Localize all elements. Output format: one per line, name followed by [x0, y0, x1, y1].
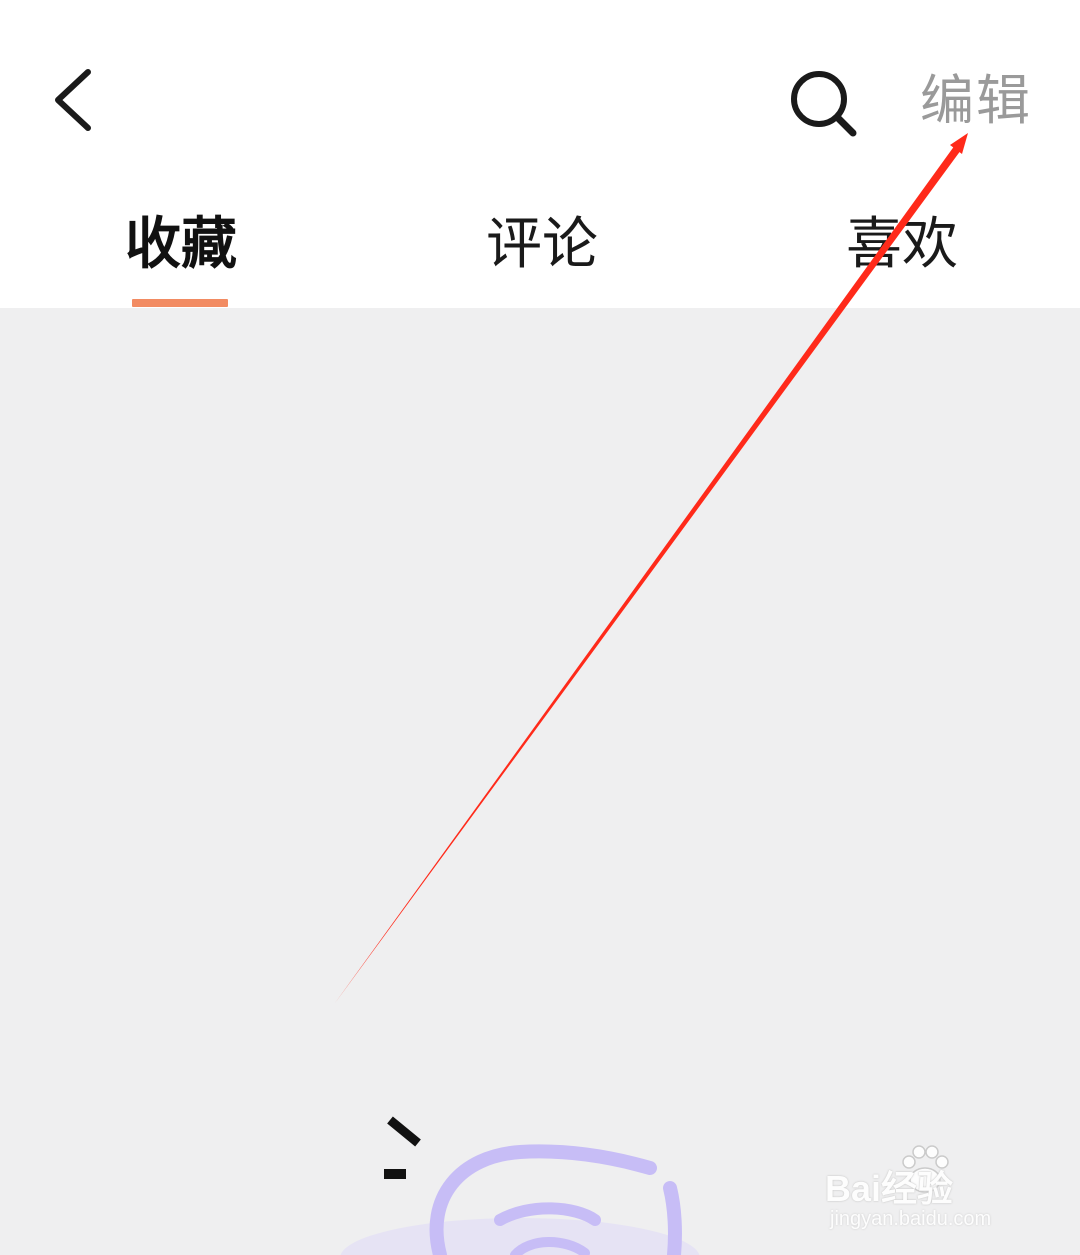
empty-state-illustration	[330, 1108, 710, 1255]
watermark-logo-text: Bai经验	[825, 1168, 954, 1209]
chevron-left-icon	[55, 69, 91, 131]
illustration-inner-arc	[494, 1202, 601, 1226]
page: 编辑 收藏 评论 喜欢 Bai经验 jingyan.baidu.com	[0, 0, 1080, 1255]
tab-likes[interactable]: 喜欢	[846, 210, 958, 280]
tab-bar: 收藏 评论 喜欢	[0, 180, 1080, 308]
search-button[interactable]	[785, 65, 865, 145]
tab-favorites[interactable]: 收藏	[125, 210, 237, 280]
edit-button[interactable]: 编辑	[920, 66, 1040, 136]
tab-comments[interactable]: 评论	[486, 210, 598, 280]
active-tab-indicator	[132, 299, 228, 307]
illustration-sparkle-line	[387, 1116, 421, 1147]
watermark-url: jingyan.baidu.com	[830, 1208, 992, 1230]
back-button[interactable]	[40, 60, 110, 140]
empty-state-graphic	[340, 1116, 700, 1255]
search-icon	[791, 71, 857, 137]
top-bar: 编辑	[0, 0, 1080, 180]
watermark: Bai经验 jingyan.baidu.com	[825, 1140, 1035, 1240]
illustration-right-arc	[663, 1181, 682, 1255]
favorites-content-area	[0, 308, 1080, 1255]
